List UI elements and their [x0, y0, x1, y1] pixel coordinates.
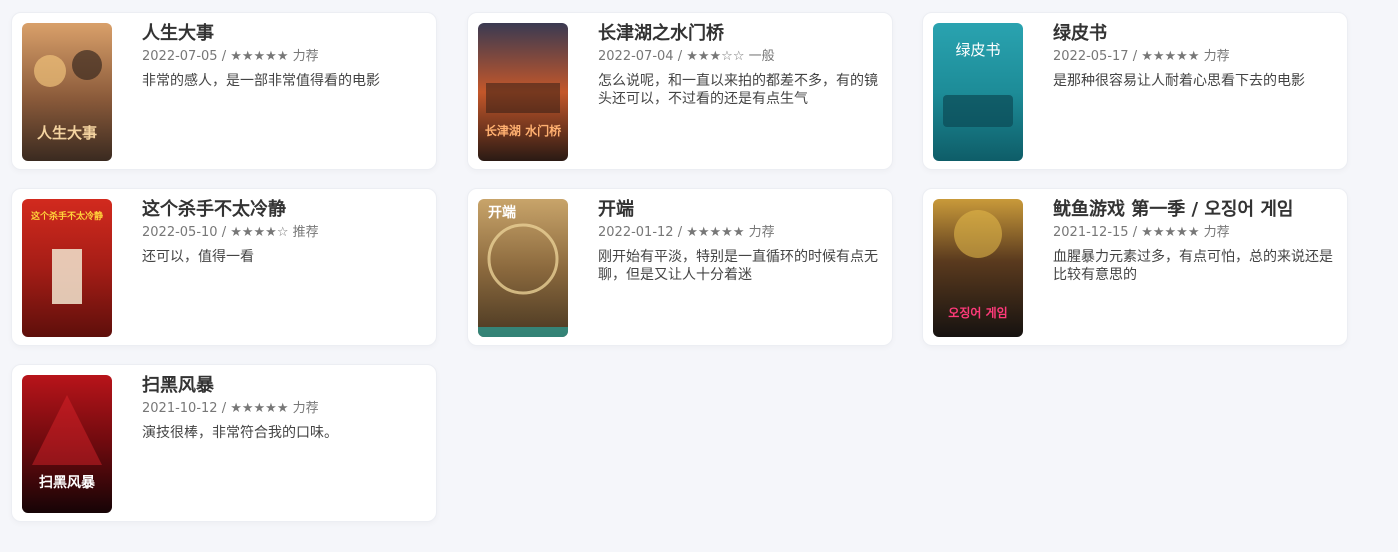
movie-comment: 血腥暴力元素过多，有点可怕，总的来说还是比较有意思的: [1053, 249, 1333, 283]
poster-image: 开端: [478, 199, 568, 337]
rating-label: 一般: [748, 49, 775, 64]
movie-card[interactable]: 오징어 게임 鱿鱼游戏 第一季 / 오징어 게임 2021-12-15 / ★★…: [922, 188, 1348, 346]
poster-image: 人生大事: [22, 23, 112, 161]
movie-title[interactable]: 绿皮书: [1053, 23, 1335, 45]
movie-title[interactable]: 这个杀手不太冷静: [142, 199, 424, 221]
poster-image: 扫黑风暴: [22, 375, 112, 513]
star-rating: ★★★☆☆: [686, 49, 745, 64]
movie-poster[interactable]: 扫黑风暴: [22, 375, 112, 513]
movie-poster[interactable]: 오징어 게임: [933, 199, 1023, 337]
rating-label: 力荐: [748, 225, 775, 240]
movie-grid: 人生大事 人生大事 2022-07-05 / ★★★★★ 力荐 非常的感人，是一…: [0, 0, 1398, 552]
movie-title[interactable]: 长津湖之水门桥: [598, 23, 880, 45]
movie-info: 开端 2022-01-12 / ★★★★★ 力荐 刚开始有平淡，特别是一直循环的…: [598, 199, 880, 284]
movie-card[interactable]: 长津湖 水门桥 长津湖之水门桥 2022-07-04 / ★★★☆☆ 一般 怎么…: [467, 12, 893, 170]
poster-title-text: 扫黑风暴: [39, 475, 96, 491]
rating-label: 力荐: [1203, 225, 1230, 240]
watch-date: 2021-10-12: [142, 401, 218, 416]
movie-info: 绿皮书 2022-05-17 / ★★★★★ 力荐 是那种很容易让人耐着心思看下…: [1053, 23, 1335, 90]
movie-info: 人生大事 2022-07-05 / ★★★★★ 力荐 非常的感人，是一部非常值得…: [142, 23, 424, 90]
movie-card[interactable]: 人生大事 人生大事 2022-07-05 / ★★★★★ 力荐 非常的感人，是一…: [11, 12, 437, 170]
movie-title[interactable]: 人生大事: [142, 23, 424, 45]
movie-poster[interactable]: 长津湖 水门桥: [478, 23, 568, 161]
movie-comment: 演技很棒，非常符合我的口味。: [142, 425, 338, 441]
poster-image: 오징어 게임: [933, 199, 1023, 337]
poster-title-text: 长津湖 水门桥: [485, 123, 562, 138]
rating-label: 推荐: [292, 225, 319, 240]
movie-poster[interactable]: 绿皮书: [933, 23, 1023, 161]
poster-title-text: 开端: [488, 204, 516, 221]
movie-meta: 2022-07-05 / ★★★★★ 力荐: [142, 49, 319, 64]
movie-card[interactable]: 开端 开端 2022-01-12 / ★★★★★ 力荐 刚开始有平淡，特别是一直…: [467, 188, 893, 346]
star-rating: ★★★★★: [686, 225, 745, 240]
movie-info: 扫黑风暴 2021-10-12 / ★★★★★ 力荐 演技很棒，非常符合我的口味…: [142, 375, 424, 442]
star-rating: ★★★★★: [230, 401, 289, 416]
movie-info: 长津湖之水门桥 2022-07-04 / ★★★☆☆ 一般 怎么说呢，和一直以来…: [598, 23, 880, 108]
movie-comment: 刚开始有平淡，特别是一直循环的时候有点无聊，但是又让人十分着迷: [598, 249, 878, 283]
movie-meta: 2022-07-04 / ★★★☆☆ 一般: [598, 49, 775, 64]
poster-image: 这个杀手不太冷静: [22, 199, 112, 337]
movie-title[interactable]: 开端: [598, 199, 880, 221]
movie-meta: 2021-10-12 / ★★★★★ 力荐: [142, 401, 319, 416]
movie-card[interactable]: 绿皮书 绿皮书 2022-05-17 / ★★★★★ 力荐 是那种很容易让人耐着…: [922, 12, 1348, 170]
movie-poster[interactable]: 这个杀手不太冷静: [22, 199, 112, 337]
movie-comment: 还可以，值得一看: [142, 249, 254, 265]
movie-comment: 是那种很容易让人耐着心思看下去的电影: [1053, 73, 1305, 89]
poster-image: 绿皮书: [933, 23, 1023, 161]
star-rating: ★★★★★: [1141, 49, 1200, 64]
watch-date: 2022-01-12: [598, 225, 674, 240]
movie-meta: 2022-01-12 / ★★★★★ 力荐: [598, 225, 775, 240]
movie-meta: 2022-05-17 / ★★★★★ 力荐: [1053, 49, 1230, 64]
movie-info: 鱿鱼游戏 第一季 / 오징어 게임 2021-12-15 / ★★★★★ 力荐 …: [1053, 199, 1335, 284]
movie-poster[interactable]: 人生大事: [22, 23, 112, 161]
star-rating: ★★★★★: [1141, 225, 1200, 240]
rating-label: 力荐: [292, 401, 319, 416]
poster-title-text: 오징어 게임: [948, 305, 1007, 320]
watch-date: 2022-05-17: [1053, 49, 1129, 64]
watch-date: 2021-12-15: [1053, 225, 1129, 240]
movie-title[interactable]: 鱿鱼游戏 第一季 / 오징어 게임: [1053, 199, 1335, 221]
movie-card[interactable]: 扫黑风暴 扫黑风暴 2021-10-12 / ★★★★★ 力荐 演技很棒，非常符…: [11, 364, 437, 522]
movie-poster[interactable]: 开端: [478, 199, 568, 337]
movie-comment: 怎么说呢，和一直以来拍的都差不多，有的镜头还可以，不过看的还是有点生气: [598, 73, 878, 107]
movie-title[interactable]: 扫黑风暴: [142, 375, 424, 397]
poster-title-text: 人生大事: [37, 124, 97, 142]
watch-date: 2022-07-04: [598, 49, 674, 64]
watch-date: 2022-07-05: [142, 49, 218, 64]
star-rating: ★★★★★: [230, 49, 289, 64]
movie-card[interactable]: 这个杀手不太冷静 这个杀手不太冷静 2022-05-10 / ★★★★☆ 推荐 …: [11, 188, 437, 346]
poster-image: 长津湖 水门桥: [478, 23, 568, 161]
rating-label: 力荐: [292, 49, 319, 64]
rating-label: 力荐: [1203, 49, 1230, 64]
movie-comment: 非常的感人，是一部非常值得看的电影: [142, 73, 380, 89]
poster-title-text: 这个杀手不太冷静: [31, 210, 103, 222]
poster-title-text: 绿皮书: [955, 41, 1000, 59]
movie-info: 这个杀手不太冷静 2022-05-10 / ★★★★☆ 推荐 还可以，值得一看: [142, 199, 424, 266]
star-rating: ★★★★☆: [230, 225, 289, 240]
watch-date: 2022-05-10: [142, 225, 218, 240]
movie-meta: 2022-05-10 / ★★★★☆ 推荐: [142, 225, 319, 240]
movie-meta: 2021-12-15 / ★★★★★ 力荐: [1053, 225, 1230, 240]
